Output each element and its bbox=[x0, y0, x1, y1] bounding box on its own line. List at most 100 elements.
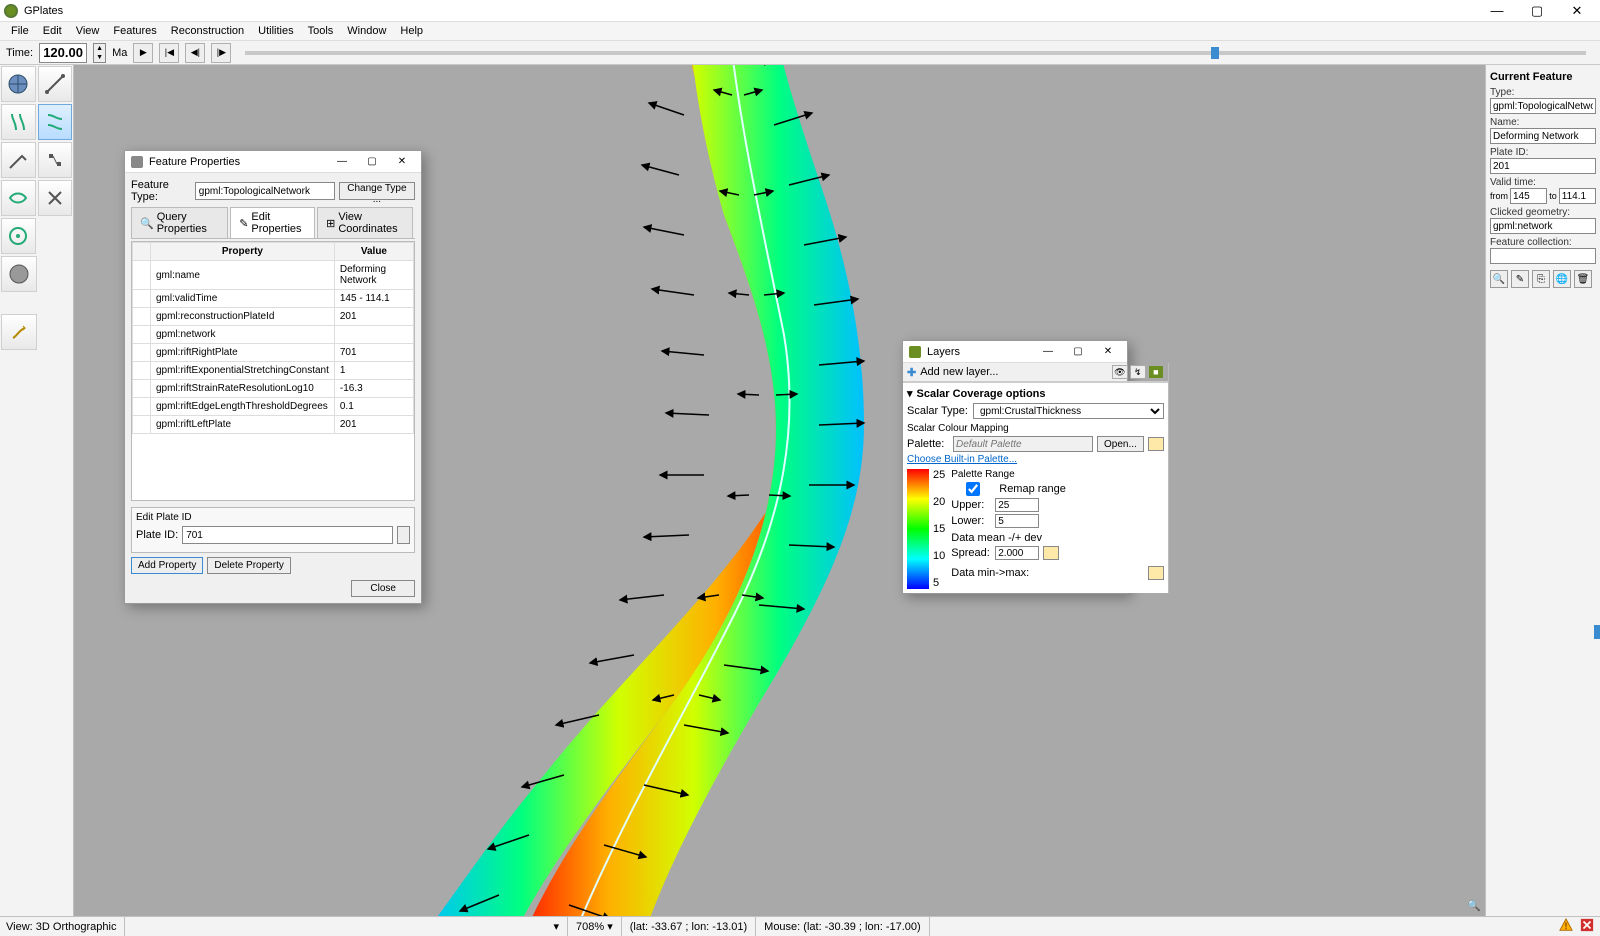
add-layer-link[interactable]: Add new layer... bbox=[920, 366, 998, 378]
click-geometry-tool[interactable] bbox=[38, 104, 73, 140]
window-minimize[interactable]: — bbox=[1478, 1, 1516, 21]
menu-tools[interactable]: Tools bbox=[301, 25, 341, 37]
change-type-button[interactable]: Change Type ... bbox=[339, 182, 415, 200]
step-forward-button[interactable]: |▶ bbox=[211, 43, 231, 63]
rp-name-label: Name: bbox=[1490, 117, 1596, 128]
lower-input[interactable] bbox=[995, 514, 1039, 528]
digitize-tool[interactable] bbox=[1, 142, 36, 178]
kinematics-tool[interactable] bbox=[1, 314, 37, 350]
table-row[interactable]: gpml:riftEdgeLengthThresholdDegrees0.1 bbox=[133, 398, 414, 416]
menu-file[interactable]: File bbox=[4, 25, 36, 37]
rp-fc-input[interactable] bbox=[1490, 248, 1596, 264]
palette-open-button[interactable]: Open... bbox=[1097, 436, 1144, 452]
add-property-button[interactable]: Add Property bbox=[131, 557, 203, 574]
layers-window[interactable]: Layers — ▢ ✕ ✚ Add new layer... 👁 ↯ ■ bbox=[902, 340, 1128, 594]
minmax-apply-icon[interactable] bbox=[1148, 566, 1164, 580]
layers-close-icon[interactable]: ✕ bbox=[1095, 343, 1121, 361]
spread-input[interactable] bbox=[995, 546, 1039, 560]
layers-minimize[interactable]: — bbox=[1035, 343, 1061, 361]
time-spinner[interactable]: ▲▼ bbox=[93, 43, 106, 63]
rp-to-input[interactable] bbox=[1559, 188, 1596, 204]
table-row[interactable]: gpml:riftExponentialStretchingConstant1 bbox=[133, 362, 414, 380]
rp-clone-icon[interactable]: ⎘ bbox=[1532, 270, 1550, 288]
menu-features[interactable]: Features bbox=[106, 25, 163, 37]
step-back-button[interactable]: ◀| bbox=[185, 43, 205, 63]
rp-from-input[interactable] bbox=[1510, 188, 1547, 204]
move-vertex-tool[interactable] bbox=[38, 142, 73, 178]
feature-properties-titlebar[interactable]: Feature Properties — ▢ ✕ bbox=[125, 151, 421, 173]
rewind-start-button[interactable]: |◀ bbox=[159, 43, 179, 63]
menu-reconstruction[interactable]: Reconstruction bbox=[164, 25, 251, 37]
plateid-input[interactable] bbox=[182, 526, 393, 544]
table-row[interactable]: gpml:riftStrainRateResolutionLog10-16.3 bbox=[133, 380, 414, 398]
plateid-spinner[interactable] bbox=[397, 526, 410, 544]
rightpanel-resize-handle[interactable] bbox=[1594, 625, 1600, 639]
menu-view[interactable]: View bbox=[69, 25, 107, 37]
statusbar: View: 3D Orthographic ▾ 708% ▾ (lat: -33… bbox=[0, 916, 1600, 936]
layers-titlebar[interactable]: Layers — ▢ ✕ bbox=[903, 341, 1127, 363]
palette-browse-icon[interactable] bbox=[1148, 437, 1164, 451]
layers-maximize[interactable]: ▢ bbox=[1065, 343, 1091, 361]
window-close[interactable]: ✕ bbox=[1558, 1, 1596, 21]
view-dropdown-icon[interactable]: ▾ bbox=[553, 920, 559, 933]
feature-type-input[interactable] bbox=[195, 182, 335, 200]
rp-clicked-input[interactable] bbox=[1490, 218, 1596, 234]
tab-view-coordinates[interactable]: ⊞View Coordinates bbox=[317, 207, 413, 238]
chevron-down-icon[interactable]: ▾ bbox=[907, 387, 913, 400]
split-tool[interactable] bbox=[38, 180, 73, 216]
layers-scrollbar[interactable] bbox=[1168, 363, 1169, 593]
zoom-dropdown-icon[interactable]: ▾ bbox=[607, 920, 613, 933]
fp-maximize[interactable]: ▢ bbox=[359, 153, 385, 171]
table-row[interactable]: gpml:reconstructionPlateId201 bbox=[133, 308, 414, 326]
topology-tool[interactable] bbox=[1, 180, 36, 216]
palette-input[interactable] bbox=[953, 436, 1093, 452]
fp-close-icon[interactable]: ✕ bbox=[389, 153, 415, 171]
rp-clicked-label: Clicked geometry: bbox=[1490, 207, 1596, 218]
table-row[interactable]: gpml:network bbox=[133, 326, 414, 344]
upper-input[interactable] bbox=[995, 498, 1039, 512]
grey-globe-tool[interactable] bbox=[1, 256, 37, 292]
delete-property-button[interactable]: Delete Property bbox=[207, 557, 290, 574]
time-input[interactable] bbox=[39, 43, 87, 63]
error-icon[interactable] bbox=[1580, 918, 1594, 932]
layer-link-icon[interactable]: ↯ bbox=[1130, 365, 1146, 379]
feature-properties-window[interactable]: Feature Properties — ▢ ✕ Feature Type: C… bbox=[124, 150, 422, 604]
measure-tool[interactable] bbox=[38, 66, 73, 102]
spread-apply-icon[interactable] bbox=[1043, 546, 1059, 560]
time-slider[interactable] bbox=[245, 51, 1586, 55]
layer-vis-icon[interactable]: 👁 bbox=[1112, 365, 1128, 379]
rp-type-input[interactable] bbox=[1490, 98, 1596, 114]
rp-plateid-input[interactable] bbox=[1490, 158, 1596, 174]
window-maximize[interactable]: ▢ bbox=[1518, 1, 1556, 21]
rp-delete-icon[interactable]: 🗑 bbox=[1574, 270, 1592, 288]
menu-edit[interactable]: Edit bbox=[36, 25, 69, 37]
globe-canvas[interactable]: Feature Properties — ▢ ✕ Feature Type: C… bbox=[74, 65, 1485, 916]
select-feature-tool[interactable] bbox=[1, 104, 36, 140]
table-row[interactable]: gml:nameDeforming Network bbox=[133, 261, 414, 290]
menu-help[interactable]: Help bbox=[393, 25, 430, 37]
tab-query-properties[interactable]: 🔍Query Properties bbox=[131, 207, 228, 238]
rp-globe-icon[interactable]: 🌐 bbox=[1553, 270, 1571, 288]
rp-edit-icon[interactable]: ✎ bbox=[1511, 270, 1529, 288]
table-row[interactable]: gpml:riftLeftPlate201 bbox=[133, 416, 414, 434]
zoom-icon[interactable]: 🔍 bbox=[1467, 899, 1481, 912]
choose-builtin-link[interactable]: Choose Built-in Palette... bbox=[907, 454, 1164, 465]
properties-table[interactable]: Property Value gml:nameDeforming Network… bbox=[132, 242, 414, 434]
table-row[interactable]: gml:validTime145 - 114.1 bbox=[133, 290, 414, 308]
fp-minimize[interactable]: — bbox=[329, 153, 355, 171]
tab-edit-properties[interactable]: ✎Edit Properties bbox=[230, 207, 315, 238]
play-button[interactable]: ▶ bbox=[133, 43, 153, 63]
fp-close-button[interactable]: Close bbox=[351, 580, 415, 597]
rp-query-icon[interactable]: 🔍 bbox=[1490, 270, 1508, 288]
menu-utilities[interactable]: Utilities bbox=[251, 25, 300, 37]
scalar-type-select[interactable]: gpml:CrustalThickness bbox=[973, 403, 1164, 419]
remap-checkbox[interactable] bbox=[951, 482, 995, 496]
globe-tool[interactable] bbox=[1, 66, 36, 102]
pole-tool[interactable] bbox=[1, 218, 36, 254]
warning-icon[interactable] bbox=[1559, 918, 1573, 932]
rp-name-input[interactable] bbox=[1490, 128, 1596, 144]
table-row[interactable]: gpml:riftRightPlate701 bbox=[133, 344, 414, 362]
menu-window[interactable]: Window bbox=[340, 25, 393, 37]
layer-color-icon[interactable]: ■ bbox=[1148, 365, 1164, 379]
slider-thumb[interactable] bbox=[1211, 47, 1219, 59]
